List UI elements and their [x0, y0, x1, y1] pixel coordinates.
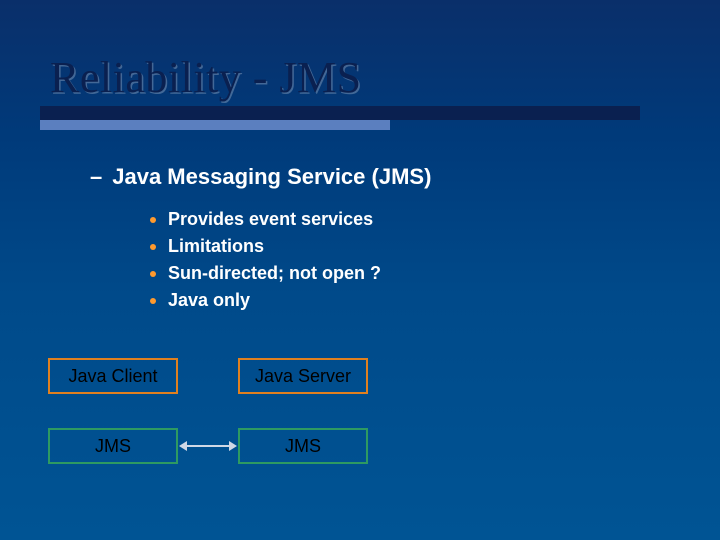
bullet-text: Provides event services: [168, 206, 373, 233]
slide-title: Reliability - JMS: [50, 52, 362, 103]
list-item: Java only: [150, 287, 381, 314]
double-arrow-icon: [179, 443, 237, 449]
list-item: Limitations: [150, 233, 381, 260]
bullet-text: Limitations: [168, 233, 264, 260]
bullet-list: Provides event services Limitations Sun-…: [150, 206, 381, 314]
title-underline-dark: [40, 106, 640, 120]
list-item: Sun-directed; not open ?: [150, 260, 381, 287]
box-jms-right: JMS: [238, 428, 368, 464]
title-underline-light: [40, 120, 390, 130]
bullet-text: Sun-directed; not open ?: [168, 260, 381, 287]
bullet-icon: [150, 217, 156, 223]
bullet-icon: [150, 244, 156, 250]
subheading-dash: –: [90, 164, 102, 190]
list-item: Provides event services: [150, 206, 381, 233]
bullet-text: Java only: [168, 287, 250, 314]
box-jms-left: JMS: [48, 428, 178, 464]
bullet-icon: [150, 298, 156, 304]
subheading-text: Java Messaging Service (JMS): [112, 164, 431, 190]
box-java-client: Java Client: [48, 358, 178, 394]
subheading-row: – Java Messaging Service (JMS): [90, 164, 431, 190]
box-java-server: Java Server: [238, 358, 368, 394]
slide: Reliability - JMS – Java Messaging Servi…: [0, 0, 720, 540]
bullet-icon: [150, 271, 156, 277]
